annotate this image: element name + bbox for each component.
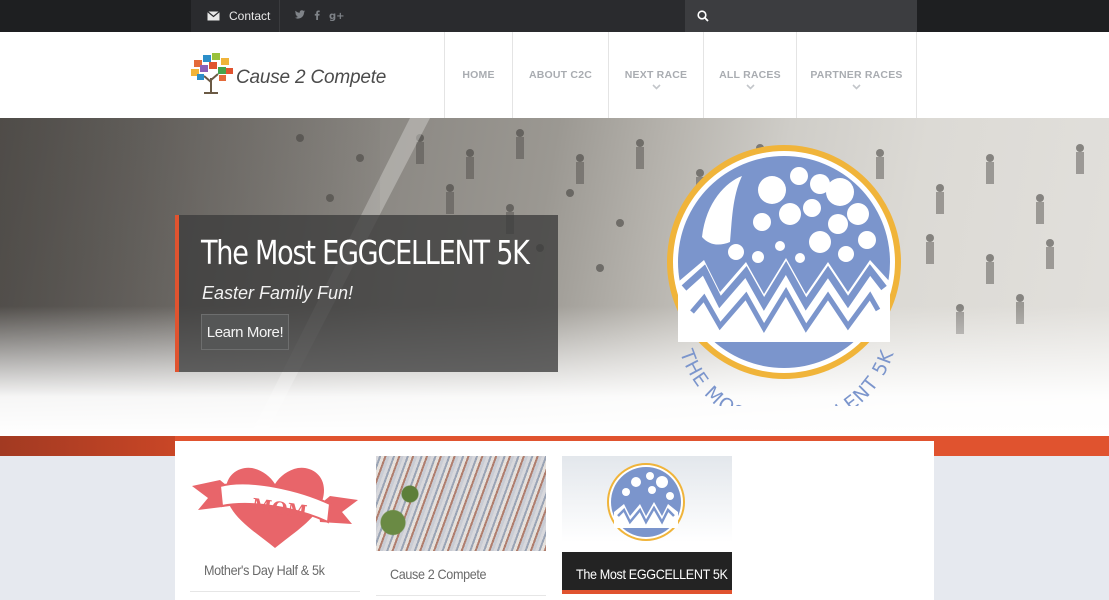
tree-logo-icon [191, 53, 233, 94]
main-nav: HOME ABOUT C2C NEXT RACE ALL RACES PARTN… [444, 32, 917, 118]
nav-all-races-label: ALL RACES [719, 69, 781, 81]
nav-about[interactable]: ABOUT C2C [512, 32, 608, 118]
social-links: g+ [295, 0, 345, 32]
card-divider [376, 595, 546, 596]
nav-next-race[interactable]: NEXT RACE [608, 32, 703, 118]
runners-photo [376, 456, 546, 551]
eggcellent-logo: THE MOST EGGCELLENT 5K [667, 145, 901, 406]
hero-subtitle: Easter Family Fun! [202, 283, 354, 303]
search-icon[interactable] [697, 10, 709, 22]
eggcellent-thumb-logo [607, 463, 685, 541]
learn-more-button[interactable]: Learn More! [201, 314, 289, 350]
google-plus-icon[interactable]: g+ [329, 11, 345, 22]
nav-all-races[interactable]: ALL RACES [703, 32, 796, 118]
envelope-icon [207, 11, 220, 21]
mom-heart-image: MOM [192, 467, 358, 548]
accent-band-shadow [0, 436, 175, 456]
nav-about-label: ABOUT C2C [528, 69, 593, 81]
card-divider [190, 591, 360, 592]
contact-link[interactable]: Contact [191, 0, 280, 32]
nav-home-label: HOME [462, 69, 495, 81]
contact-label: Contact [229, 9, 271, 23]
chevron-down-icon [745, 84, 755, 90]
race-card-title: Mother's Day Half & 5k [204, 562, 325, 578]
site-logo[interactable]: Cause 2 Compete [190, 52, 386, 94]
nav-next-race-label: NEXT RACE [624, 69, 688, 81]
race-card-title: Cause 2 Compete [390, 566, 487, 582]
race-card-eggcellent[interactable]: The Most EGGCELLENT 5K [562, 456, 732, 600]
nav-home[interactable]: HOME [444, 32, 512, 118]
search-box[interactable] [685, 0, 917, 32]
race-card-mothers-day[interactable]: MOM Mother's Day Half & 5k [190, 456, 360, 600]
nav-partner-races[interactable]: PARTNER RACES [796, 32, 917, 118]
facebook-icon[interactable] [314, 10, 320, 23]
hero-title: The Most EGGCELLENT 5K [201, 233, 530, 272]
race-card-title: The Most EGGCELLENT 5K [576, 566, 728, 582]
chevron-down-icon [651, 84, 661, 90]
search-input[interactable] [715, 9, 905, 23]
nav-partner-races-label: PARTNER RACES [810, 69, 903, 81]
chevron-down-icon [852, 84, 861, 90]
logo-text: Cause 2 Compete [236, 67, 387, 88]
race-card-c2c[interactable]: Cause 2 Compete [376, 456, 546, 600]
twitter-icon[interactable] [295, 10, 305, 22]
